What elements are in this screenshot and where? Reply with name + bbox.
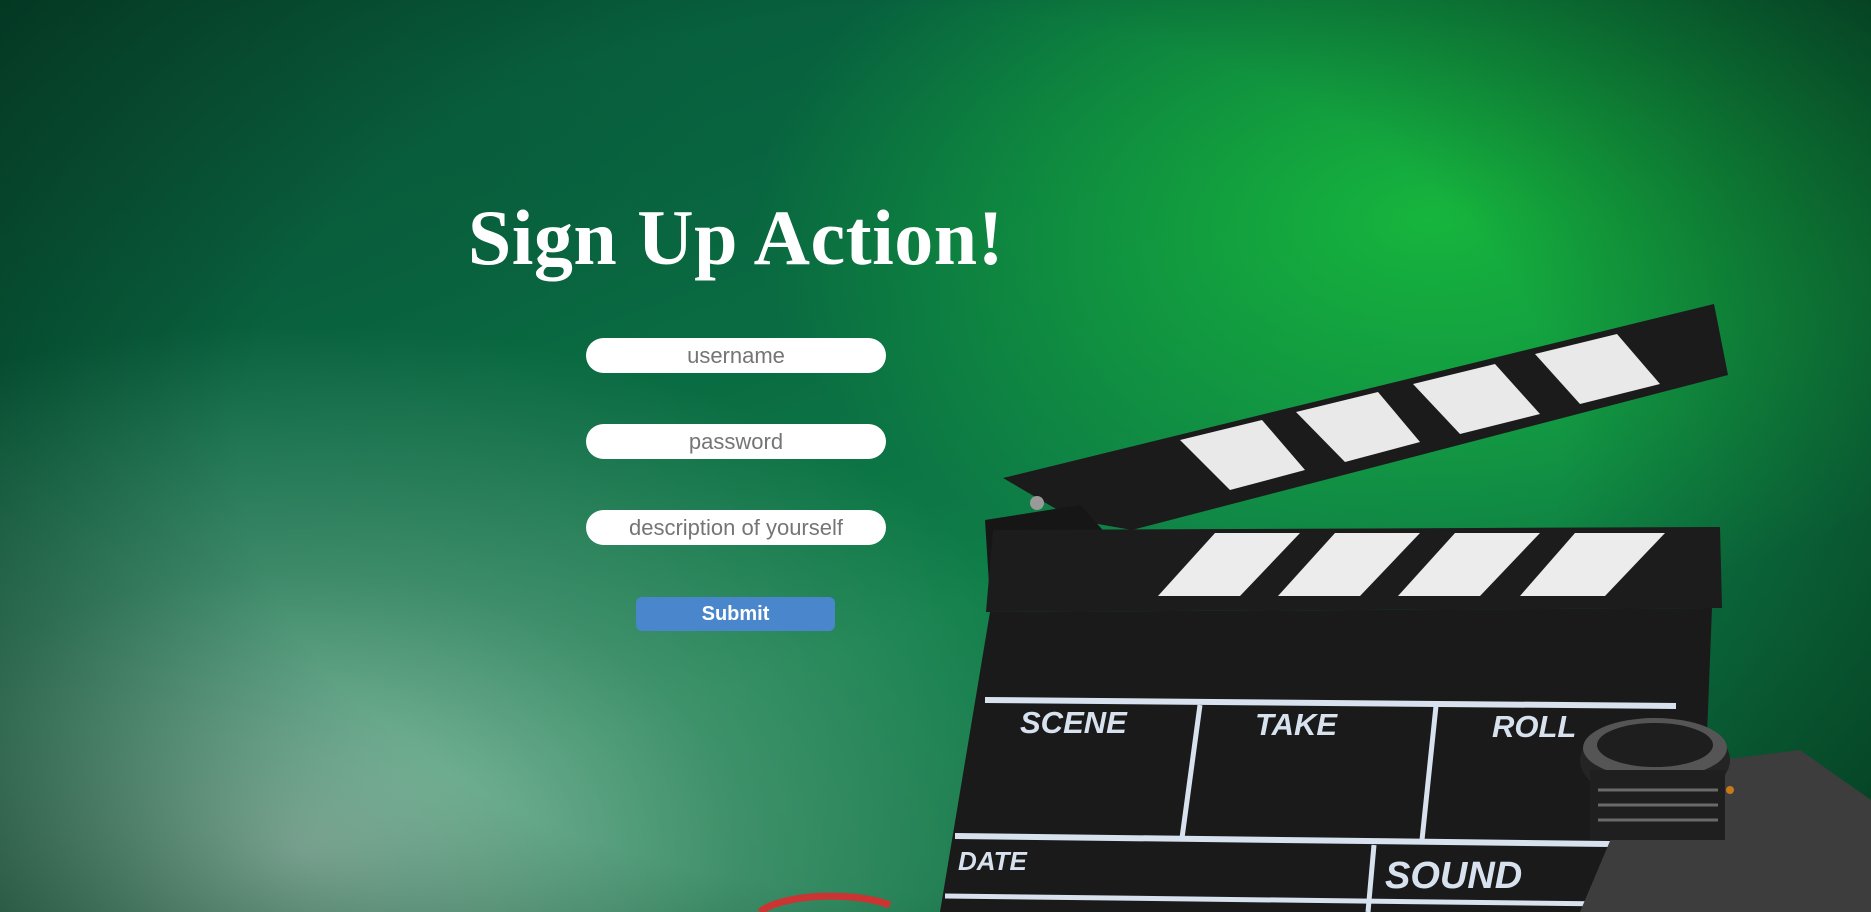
clapper-sound-label: SOUND bbox=[1385, 855, 1522, 897]
submit-button[interactable]: Submit bbox=[636, 597, 835, 631]
film-strip bbox=[757, 892, 892, 912]
password-input[interactable] bbox=[586, 424, 886, 459]
clapper-date-label: DATE bbox=[958, 846, 1028, 876]
background-clapperboard-image: SCENE TAKE ROLL DATE SOUND bbox=[757, 304, 1871, 912]
username-input[interactable] bbox=[586, 338, 886, 373]
clapper-arm-top bbox=[1003, 304, 1728, 530]
clapper-take-label: TAKE bbox=[1255, 707, 1338, 742]
page-title: Sign Up Action! bbox=[467, 194, 1005, 281]
clapperboard-slate: SCENE TAKE ROLL DATE SOUND bbox=[940, 608, 1712, 912]
clapper-roll-label: ROLL bbox=[1492, 709, 1576, 744]
clapper-scene-label: SCENE bbox=[1020, 705, 1128, 740]
background-vignette bbox=[0, 0, 1871, 912]
clapper-stick-bottom bbox=[986, 527, 1722, 612]
description-input[interactable] bbox=[586, 510, 886, 545]
camera-lens bbox=[1580, 718, 1871, 912]
